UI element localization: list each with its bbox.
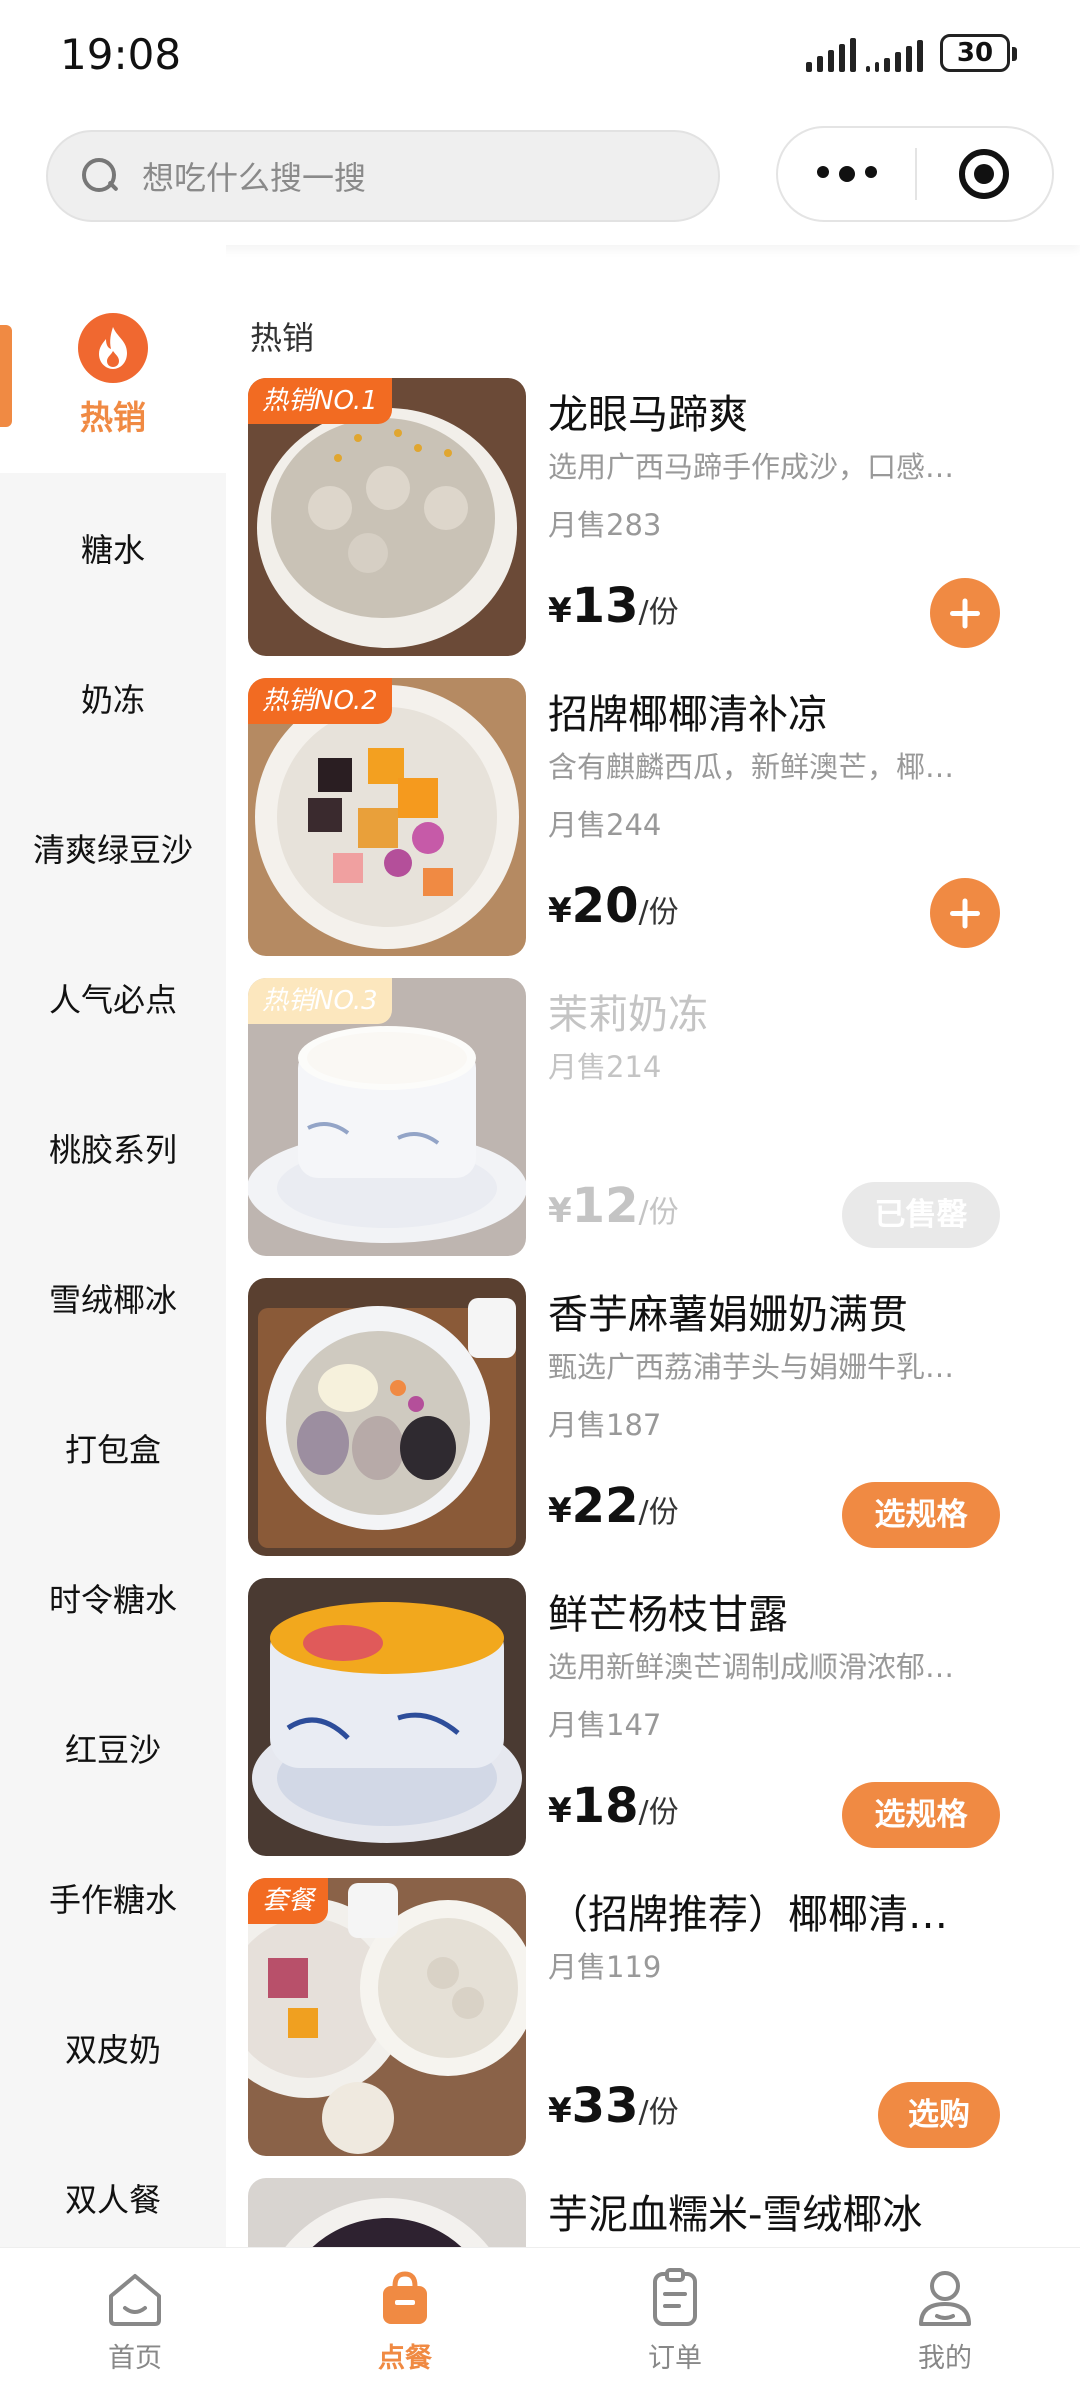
add-to-cart-button[interactable] — [930, 878, 1000, 948]
search-bar[interactable]: 想吃什么搜一搜 — [46, 130, 720, 222]
tab-orders[interactable]: 订单 — [540, 2248, 810, 2387]
product-desc: 甄选广西荔浦芋头与娟姗牛乳… — [548, 1350, 955, 1384]
category-item[interactable]: 桃胶系列 — [0, 1073, 226, 1223]
hot-tag: 热销NO.1 — [248, 378, 392, 424]
signal-icon-2 — [866, 36, 923, 72]
product-image[interactable] — [248, 1578, 526, 1856]
product-name: 香芋麻薯娟姗奶满贯 — [548, 1292, 908, 1338]
category-item[interactable]: 糖水 — [0, 473, 226, 623]
category-item[interactable]: 时令糖水 — [0, 1523, 226, 1673]
product-name: 招牌椰椰清补凉 — [548, 692, 828, 738]
monthly-sales: 月售119 — [548, 1950, 662, 1984]
tab-home[interactable]: 首页 — [0, 2248, 270, 2387]
product-price: ¥20/份 — [548, 878, 679, 934]
category-item[interactable]: 红豆沙 — [0, 1673, 226, 1823]
select-spec-button[interactable]: 选规格 — [842, 1482, 1000, 1548]
category-list: 糖水 奶冻 清爽绿豆沙 人气必点 桃胶系列 雪绒椰冰 打包盒 时令糖水 红豆沙 … — [0, 473, 226, 2247]
combo-tag: 套餐 — [248, 1878, 329, 1924]
product-item[interactable]: 鲜芒杨枝甘露 选用新鲜澳芒调制成顺滑浓郁… 月售147 ¥18/份 选规格 — [226, 1578, 1080, 1858]
product-name: 鲜芒杨枝甘露 — [548, 1592, 788, 1638]
section-title: 热销 — [250, 319, 315, 357]
target-icon — [959, 149, 1010, 199]
category-sidebar: 热销 糖水 奶冻 清爽绿豆沙 人气必点 桃胶系列 雪绒椰冰 打包盒 时令糖水 红… — [0, 245, 226, 2247]
signal-icon — [806, 36, 856, 72]
product-name: （招牌推荐）椰椰清… — [548, 1892, 948, 1938]
user-icon — [919, 2271, 971, 2326]
search-placeholder: 想吃什么搜一搜 — [142, 159, 367, 197]
product-image[interactable] — [248, 2178, 526, 2247]
search-icon — [80, 156, 120, 196]
buy-button[interactable]: 选购 — [878, 2082, 1000, 2148]
category-item[interactable]: 双人餐 — [0, 2123, 226, 2247]
tab-profile[interactable]: 我的 — [810, 2248, 1080, 2387]
monthly-sales: 月售147 — [548, 1708, 662, 1742]
status-bar: 19:08 30 — [0, 0, 1080, 110]
product-price: ¥22/份 — [548, 1478, 679, 1534]
category-item[interactable]: 雪绒椰冰 — [0, 1223, 226, 1373]
product-image[interactable]: 热销NO.1 — [248, 378, 526, 656]
product-price: ¥33/份 — [548, 2078, 679, 2134]
category-item[interactable]: 奶冻 — [0, 623, 226, 773]
add-to-cart-button[interactable] — [930, 578, 1000, 648]
hot-tag: 热销NO.3 — [248, 978, 392, 1024]
tab-label: 订单 — [648, 2343, 702, 2374]
product-desc: 选用新鲜澳芒调制成顺滑浓郁… — [548, 1650, 955, 1684]
product-image[interactable]: 套餐 — [248, 1878, 526, 2156]
category-item[interactable]: 打包盒 — [0, 1373, 226, 1523]
monthly-sales: 月售187 — [548, 1408, 662, 1442]
flame-icon — [78, 313, 148, 383]
product-item[interactable]: 热销NO.2 招牌椰椰清补凉 含有麒麟西瓜，新鲜澳芒，椰… 月售244 ¥20/… — [226, 678, 1080, 958]
category-item[interactable]: 双皮奶 — [0, 1973, 226, 2123]
product-name: 茉莉奶冻 — [548, 992, 708, 1038]
product-image[interactable]: 热销NO.3 — [248, 978, 526, 1256]
more-button[interactable] — [778, 166, 915, 182]
hot-tag: 热销NO.2 — [248, 678, 392, 724]
category-item[interactable]: 清爽绿豆沙 — [0, 773, 226, 923]
product-item[interactable]: 套餐 （招牌推荐）椰椰清… 月售119 ¥33/份 选购 — [226, 1878, 1080, 2158]
monthly-sales: 月售214 — [548, 1050, 662, 1084]
status-time: 19:08 — [60, 30, 182, 79]
product-image[interactable]: 热销NO.2 — [248, 678, 526, 956]
home-icon — [109, 2274, 161, 2326]
product-item[interactable]: 热销NO.1 龙眼马蹄爽 选用广西马蹄手作成沙，口感… 月售283 ¥13/份 — [226, 378, 1080, 658]
product-name: 龙眼马蹄爽 — [548, 392, 748, 438]
close-button[interactable] — [917, 149, 1052, 199]
monthly-sales: 月售244 — [548, 808, 662, 842]
category-item[interactable]: 人气必点 — [0, 923, 226, 1073]
category-hot[interactable]: 热销 — [0, 245, 226, 473]
category-item[interactable]: 手作糖水 — [0, 1823, 226, 1973]
select-spec-button[interactable]: 选规格 — [842, 1782, 1000, 1848]
tab-order-food[interactable]: 点餐 — [270, 2248, 540, 2387]
order-list-icon — [653, 2268, 697, 2326]
monthly-sales: 月售283 — [548, 508, 662, 542]
product-image[interactable] — [248, 1278, 526, 1556]
product-item[interactable]: 芋泥血糯米-雪绒椰冰 — [226, 2178, 1080, 2247]
category-label: 热销 — [80, 398, 146, 437]
tab-label: 我的 — [918, 2343, 972, 2374]
tab-label: 点餐 — [378, 2343, 432, 2374]
product-item[interactable]: 热销NO.3 茉莉奶冻 月售214 ¥12/份 已售罄 — [226, 978, 1080, 1258]
product-list: 热销 热销NO.1 龙眼马蹄爽 选用广西马蹄手作成沙，口感… 月售283 ¥13… — [226, 245, 1080, 2247]
battery-icon: 30 — [940, 34, 1017, 72]
product-item[interactable]: 香芋麻薯娟姗奶满贯 甄选广西荔浦芋头与娟姗牛乳… 月售187 ¥22/份 选规格 — [226, 1278, 1080, 1558]
product-price: ¥18/份 — [548, 1778, 679, 1834]
product-price: ¥12/份 — [548, 1178, 679, 1234]
sold-out-badge: 已售罄 — [842, 1182, 1000, 1248]
header: 想吃什么搜一搜 — [0, 110, 1080, 245]
product-price: ¥13/份 — [548, 578, 679, 634]
tab-label: 首页 — [108, 2343, 162, 2374]
mini-program-capsule — [776, 126, 1054, 222]
product-desc: 含有麒麟西瓜，新鲜澳芒，椰… — [548, 750, 955, 784]
product-name: 芋泥血糯米-雪绒椰冰 — [548, 2192, 923, 2238]
bottom-tab-bar: 首页 点餐 订单 我的 — [0, 2247, 1080, 2387]
product-desc: 选用广西马蹄手作成沙，口感… — [548, 450, 955, 484]
shopping-bag-icon — [383, 2271, 427, 2324]
